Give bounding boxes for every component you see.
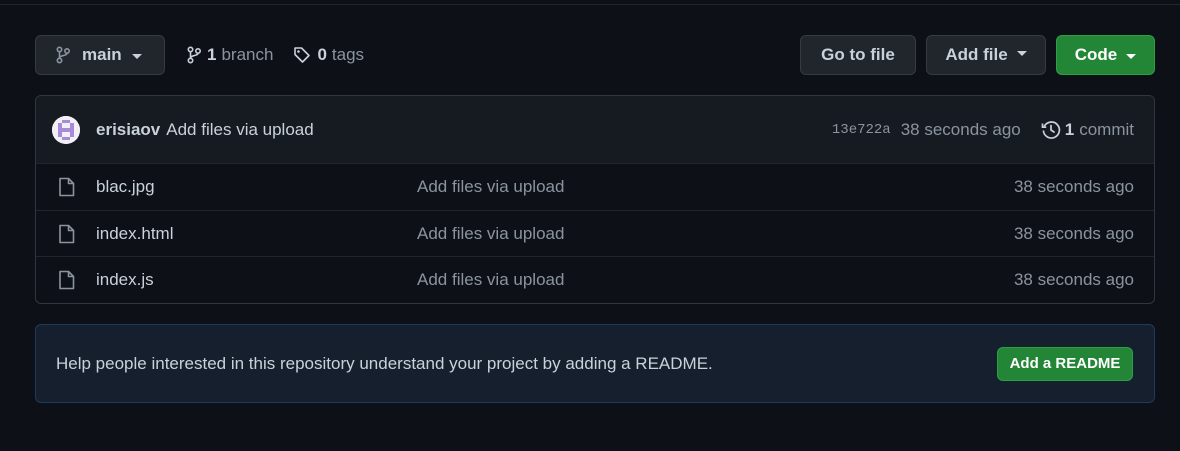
file-age: 38 seconds ago <box>1013 223 1134 243</box>
repo-toolbar: main 1 branch 0 tags Go to file Add file… <box>35 35 1155 75</box>
commit-history-link[interactable]: 1 commit <box>1041 120 1134 140</box>
list-item: blac.jpg Add files via upload 38 seconds… <box>36 164 1154 210</box>
tags-link[interactable]: 0 tags <box>293 45 364 65</box>
file-commit-message-link[interactable]: Add files via upload <box>417 177 564 197</box>
commit-author-link[interactable]: erisiaov <box>96 120 160 140</box>
readme-prompt-banner: Help people interested in this repositor… <box>35 324 1155 403</box>
avatar[interactable] <box>52 115 80 144</box>
code-button[interactable]: Code <box>1056 35 1155 75</box>
file-icon <box>58 224 75 244</box>
branch-word: branch <box>221 45 274 64</box>
branch-label: main <box>82 45 122 64</box>
file-name-link[interactable]: blac.jpg <box>96 177 417 197</box>
commit-count: 1 <box>1064 119 1075 139</box>
branch-count: 1 <box>207 45 217 64</box>
commit-time: 38 seconds ago <box>900 119 1021 139</box>
file-list: blac.jpg Add files via upload 38 seconds… <box>36 164 1154 302</box>
file-commit-message-link[interactable]: Add files via upload <box>417 224 564 244</box>
commit-message-link[interactable]: Add files via upload <box>166 120 313 140</box>
latest-commit-bar: erisiaov Add files via upload 13e722a 38… <box>36 96 1154 164</box>
chevron-down-icon <box>1126 53 1137 59</box>
go-to-file-button[interactable]: Go to file <box>800 35 916 75</box>
add-readme-button[interactable]: Add a README <box>997 346 1133 381</box>
tag-icon <box>293 46 311 64</box>
code-label: Code <box>1074 45 1118 64</box>
tag-count: 0 <box>317 45 327 64</box>
chevron-down-icon <box>1016 51 1027 56</box>
branch-select-button[interactable]: main <box>35 35 165 75</box>
file-name-link[interactable]: index.html <box>96 224 417 244</box>
header-divider <box>0 4 1180 5</box>
avatar-identicon <box>52 115 80 144</box>
branch-icon <box>187 46 201 64</box>
file-commit-message-link[interactable]: Add files via upload <box>417 270 564 290</box>
file-name-link[interactable]: index.js <box>96 270 417 290</box>
file-browser: erisiaov Add files via upload 13e722a 38… <box>35 95 1155 304</box>
add-file-label: Add file <box>945 45 1008 64</box>
list-item: index.js Add files via upload 38 seconds… <box>36 256 1154 302</box>
commit-count-word: commit <box>1079 119 1134 139</box>
readme-prompt-text: Help people interested in this repositor… <box>56 353 713 373</box>
file-icon <box>58 177 75 197</box>
add-file-button[interactable]: Add file <box>926 35 1046 75</box>
history-icon <box>1041 120 1061 140</box>
commit-sha-link[interactable]: 13e722a <box>832 122 891 138</box>
file-icon <box>58 270 75 290</box>
file-age: 38 seconds ago <box>1013 177 1134 196</box>
tag-word: tags <box>331 45 365 64</box>
file-age: 38 seconds ago <box>1013 269 1134 289</box>
list-item: index.html Add files via upload 38 secon… <box>36 210 1154 256</box>
git-branch-icon <box>56 46 70 64</box>
chevron-down-icon <box>131 53 142 59</box>
branches-link[interactable]: 1 branch <box>187 45 273 65</box>
